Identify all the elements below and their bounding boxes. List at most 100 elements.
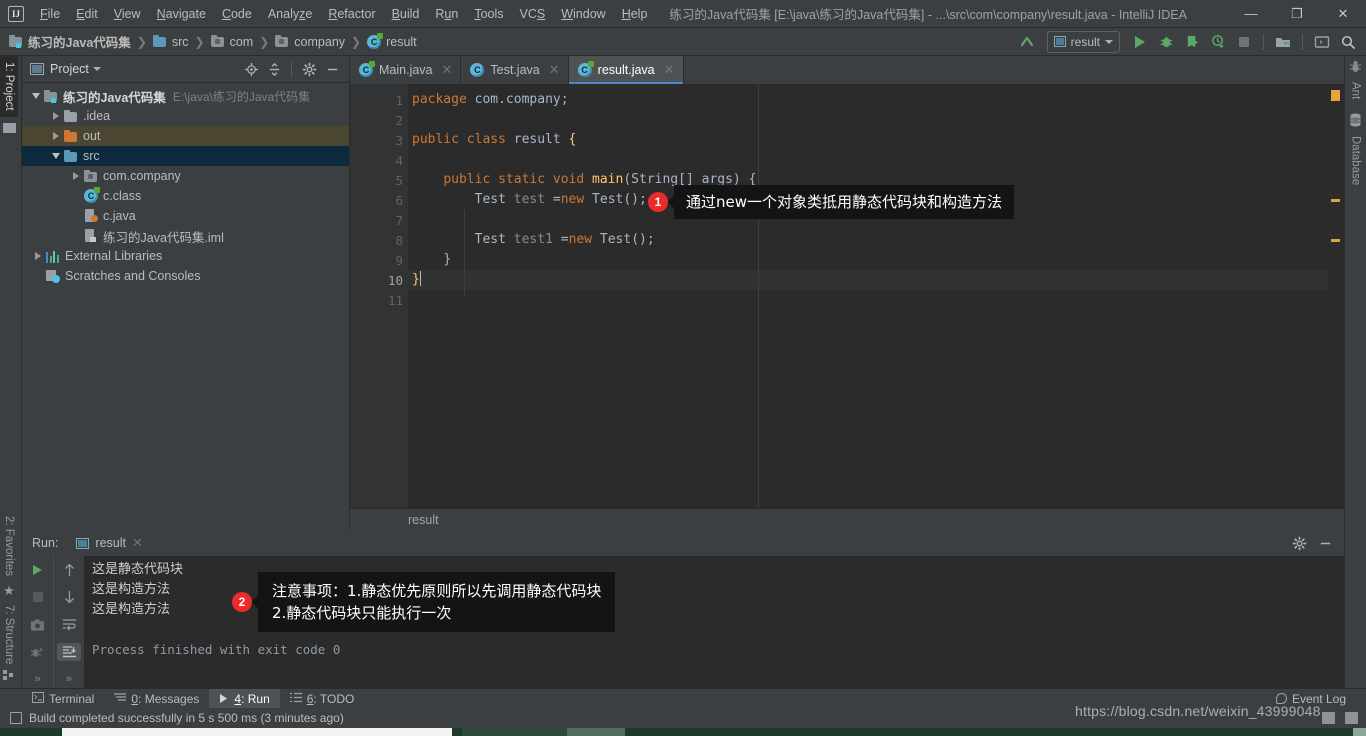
stop-icon[interactable] <box>26 588 50 606</box>
chevron-right-icon[interactable] <box>68 172 84 180</box>
hide-icon[interactable] <box>321 58 343 80</box>
editor-tab-main[interactable]: Main.java ✕ <box>350 56 462 84</box>
sidebar-item-terminal[interactable]: Terminal <box>22 689 104 709</box>
tree-item-project-root[interactable]: 练习的Java代码集 E:\java\练习的Java代码集 <box>22 86 349 106</box>
breadcrumb-item-src[interactable]: src <box>150 33 192 51</box>
update-project-icon[interactable] <box>1015 31 1039 53</box>
run-configuration-selector[interactable]: result <box>1046 30 1120 53</box>
minimize-button[interactable]: — <box>1228 0 1274 28</box>
menu-help[interactable]: Help <box>614 3 656 25</box>
sidebar-item-event-log[interactable]: Event Log <box>1266 689 1356 709</box>
down-icon[interactable] <box>57 588 81 606</box>
tree-item-external-libraries[interactable]: External Libraries <box>22 246 349 266</box>
taskbar-window-1[interactable] <box>62 728 452 736</box>
left-tool-stripe: 1: Project 2: Favorites ★ 7: Structure <box>0 56 22 688</box>
console-scrollbar[interactable] <box>1330 556 1344 688</box>
run-icon[interactable] <box>1128 31 1152 53</box>
code-text-area[interactable]: package com.company; public class result… <box>408 84 1328 530</box>
screenshot-icon[interactable] <box>26 615 50 633</box>
menu-run[interactable]: Run <box>427 3 466 25</box>
maximize-button[interactable]: ❐ <box>1274 0 1320 28</box>
sidebar-item-messages[interactable]: 0: Messages <box>104 689 209 709</box>
change-marker[interactable] <box>1331 239 1340 242</box>
scroll-to-end-icon[interactable] <box>57 642 81 661</box>
memory-indicator[interactable] <box>1322 712 1335 724</box>
menu-window[interactable]: Window <box>553 3 613 25</box>
sidebar-item-database[interactable]: Database <box>1347 130 1365 191</box>
settings-gear-icon[interactable] <box>298 58 320 80</box>
editor-gutter[interactable]: 1 2 3 4 5 6 7 8 9 10 11 <box>350 84 408 530</box>
breadcrumb-item-company[interactable]: company <box>272 33 348 51</box>
tree-item-scratches[interactable]: Scratches and Consoles <box>22 266 349 286</box>
taskbar-window-2[interactable] <box>462 728 567 736</box>
menu-tools[interactable]: Tools <box>466 3 511 25</box>
search-everywhere-icon[interactable] <box>1336 31 1360 53</box>
editor-tab-result[interactable]: result.java ✕ <box>568 56 684 84</box>
menu-code[interactable]: Code <box>214 3 260 25</box>
chevron-right-icon[interactable] <box>48 112 64 120</box>
taskbar-window-3[interactable] <box>567 728 625 736</box>
profile-icon[interactable] <box>1206 31 1230 53</box>
expand-icon[interactable]: » <box>57 670 81 688</box>
chevron-down-icon[interactable] <box>48 153 64 159</box>
editor-scrollbar[interactable] <box>1328 84 1344 530</box>
sidebar-item-project[interactable]: 1: Project <box>0 56 18 117</box>
tree-item-src[interactable]: src <box>22 146 349 166</box>
menu-analyze[interactable]: Analyze <box>260 3 320 25</box>
menu-view[interactable]: View <box>106 3 149 25</box>
warning-marker[interactable] <box>1331 90 1340 101</box>
editor-breadcrumb[interactable]: result <box>350 508 1344 530</box>
sidebar-item-structure[interactable]: 7: Structure <box>0 599 18 670</box>
code-editor[interactable]: 1 2 3 4 5 6 7 8 9 10 11 package com.comp… <box>350 84 1344 530</box>
editor-tab-test[interactable]: Test.java ✕ <box>461 56 569 84</box>
project-structure-icon[interactable] <box>1271 31 1295 53</box>
close-icon[interactable]: ✕ <box>549 62 560 78</box>
expand-icon[interactable]: » <box>26 670 50 688</box>
run-tab-result[interactable]: result ✕ <box>70 532 150 558</box>
close-icon[interactable]: ✕ <box>664 62 675 78</box>
rerun-icon[interactable] <box>26 561 50 579</box>
breadcrumb-item-result[interactable]: result <box>364 32 420 51</box>
menu-refactor[interactable]: Refactor <box>320 3 383 25</box>
chevron-down-icon[interactable] <box>28 93 44 99</box>
tree-item-com-company[interactable]: com.company <box>22 166 349 186</box>
tree-item-iml[interactable]: 练习的Java代码集.iml <box>22 226 349 246</box>
sidebar-item-favorites[interactable]: 2: Favorites <box>0 510 18 582</box>
menu-navigate[interactable]: Navigate <box>149 3 214 25</box>
close-icon[interactable]: ✕ <box>132 535 143 551</box>
open-terminal-icon[interactable] <box>1310 31 1334 53</box>
run-with-coverage-icon[interactable] <box>1180 31 1204 53</box>
sidebar-item-todo[interactable]: 6: TODO <box>280 689 365 709</box>
breadcrumb-item-com[interactable]: com <box>208 33 257 51</box>
sidebar-item-ant[interactable]: Ant <box>1347 76 1365 105</box>
breadcrumb-item-project[interactable]: 练习的Java代码集 <box>6 30 134 53</box>
menu-vcs[interactable]: VCS <box>512 3 554 25</box>
menu-file[interactable]: File <box>32 3 68 25</box>
line-number: 6 <box>395 192 403 208</box>
locate-icon[interactable] <box>240 58 262 80</box>
chevron-right-icon[interactable] <box>30 252 46 260</box>
debug-icon[interactable] <box>1154 31 1178 53</box>
chevron-down-icon[interactable] <box>92 67 101 71</box>
folder-icon <box>64 109 78 123</box>
taskbar-tray[interactable] <box>1353 728 1366 736</box>
tree-item-idea[interactable]: .idea <box>22 106 349 126</box>
sidebar-item-run[interactable]: 4: Run <box>209 688 280 709</box>
up-icon[interactable] <box>57 561 81 579</box>
tree-item-c-java[interactable]: c.java <box>22 206 349 226</box>
hide-icon[interactable] <box>1314 532 1336 554</box>
change-marker[interactable] <box>1331 199 1340 202</box>
stop-icon[interactable] <box>1232 31 1256 53</box>
menu-edit[interactable]: Edit <box>68 3 106 25</box>
menu-build[interactable]: Build <box>384 3 428 25</box>
chevron-right-icon[interactable] <box>48 132 64 140</box>
tree-item-c-class[interactable]: c.class <box>22 186 349 206</box>
close-icon[interactable]: ✕ <box>442 62 453 78</box>
collapse-all-icon[interactable] <box>263 58 285 80</box>
close-button[interactable]: ✕ <box>1320 0 1366 28</box>
ide-settings-icon[interactable] <box>1345 712 1358 724</box>
soft-wrap-icon[interactable] <box>57 615 81 633</box>
dump-threads-icon[interactable] <box>26 643 50 661</box>
settings-gear-icon[interactable] <box>1288 532 1310 554</box>
tree-item-out[interactable]: out <box>22 126 349 146</box>
